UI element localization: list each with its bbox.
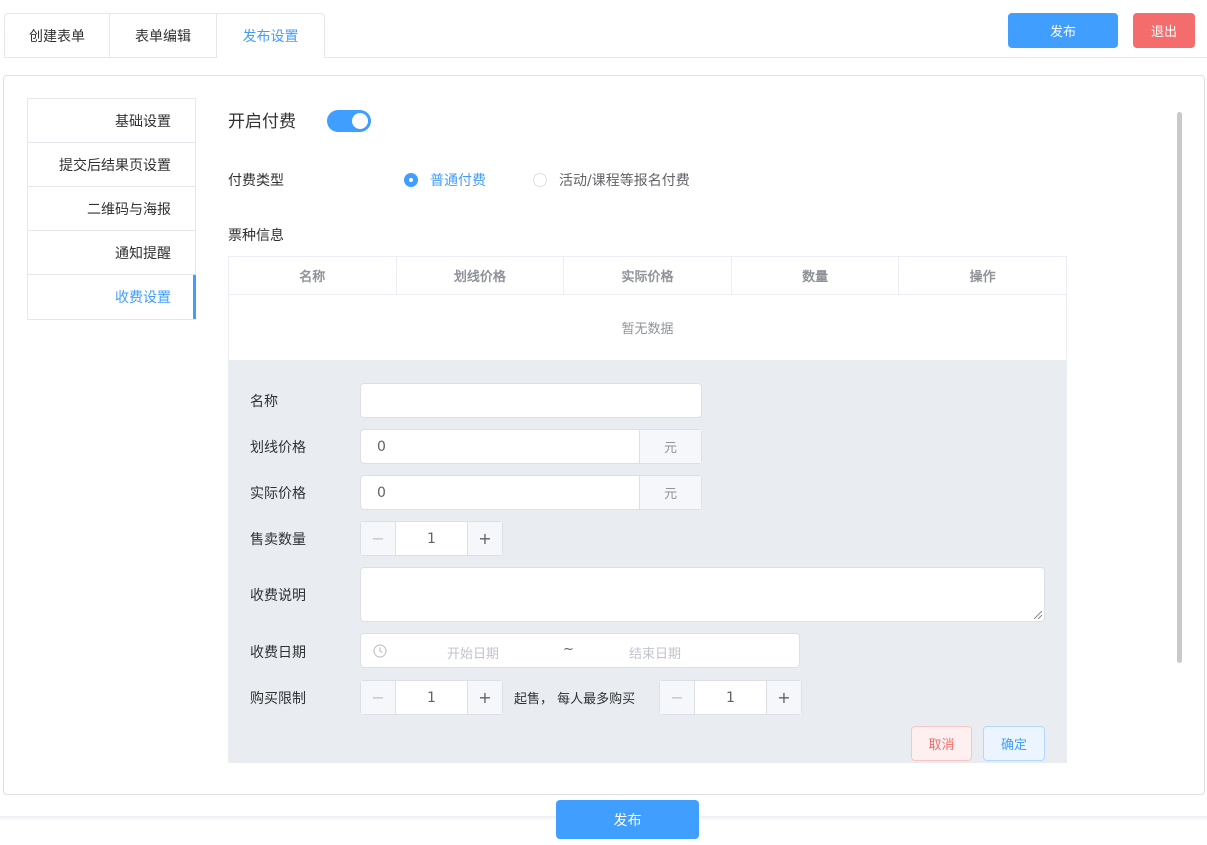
- ticket-form: 名称 划线价格 0 元 实际价格 0 元 售卖数量 − 1 + 收费说明 收费日…: [228, 360, 1067, 763]
- list-price-value: 0: [377, 438, 386, 455]
- name-label: 名称: [250, 394, 278, 410]
- actual-price-value: 0: [377, 484, 386, 501]
- name-input[interactable]: [360, 383, 702, 418]
- payment-toggle[interactable]: [327, 110, 371, 132]
- limit-text: 起售， 每人最多购买: [514, 692, 636, 707]
- purchase-limit-label: 购买限制: [250, 691, 306, 707]
- column-header: 实际价格: [564, 257, 732, 294]
- radio-dot-icon: [533, 173, 547, 187]
- exit-button[interactable]: 退出: [1133, 13, 1195, 48]
- publish-button-bottom[interactable]: 发布: [556, 800, 699, 839]
- plus-icon[interactable]: +: [766, 681, 801, 714]
- currency-suffix: 元: [639, 476, 701, 509]
- quantity-stepper[interactable]: − 1 +: [360, 521, 503, 556]
- tab-form-edit[interactable]: 表单编辑: [110, 13, 217, 58]
- quantity-value[interactable]: 1: [396, 522, 467, 555]
- table-header: 名称 划线价格 实际价格 数量 操作: [229, 257, 1066, 295]
- table-empty-text: 暂无数据: [621, 322, 674, 337]
- limit-max-value[interactable]: 1: [695, 681, 766, 714]
- date-separator: ~: [563, 642, 574, 657]
- publish-button-top[interactable]: 发布: [1008, 13, 1118, 48]
- payment-type-label: 付费类型: [228, 173, 284, 189]
- confirm-button[interactable]: 确定: [983, 726, 1045, 761]
- resize-grip-icon[interactable]: [1034, 611, 1042, 619]
- radio-dot-icon: [404, 173, 418, 187]
- sidebar-item-payment[interactable]: 收费设置: [28, 275, 196, 319]
- side-menu: 基础设置 提交后结果页设置 二维码与海报 通知提醒 收费设置: [27, 98, 196, 320]
- minus-icon[interactable]: −: [361, 522, 396, 555]
- description-textarea[interactable]: [360, 567, 1045, 622]
- ticket-info-label: 票种信息: [228, 228, 284, 244]
- column-header: 名称: [229, 257, 397, 294]
- date-label: 收费日期: [250, 645, 306, 661]
- tabs-divider: [325, 57, 1207, 58]
- sidebar-item-result-page[interactable]: 提交后结果页设置: [28, 143, 195, 187]
- radio-event-payment[interactable]: 活动/课程等报名付费: [533, 170, 690, 190]
- toggle-knob: [352, 113, 368, 129]
- actual-price-input[interactable]: 0 元: [360, 475, 702, 510]
- payment-title: 开启付费: [228, 112, 296, 132]
- actual-price-label: 实际价格: [250, 486, 306, 502]
- radio-normal-payment[interactable]: 普通付费: [404, 170, 486, 190]
- plus-icon[interactable]: +: [467, 522, 502, 555]
- limit-min-stepper[interactable]: − 1 +: [360, 680, 503, 715]
- column-header: 数量: [732, 257, 900, 294]
- end-date-placeholder[interactable]: 结束日期: [629, 643, 681, 662]
- date-range-picker[interactable]: 开始日期 ~ 结束日期: [360, 633, 800, 668]
- limit-min-value[interactable]: 1: [396, 681, 467, 714]
- plus-icon[interactable]: +: [467, 681, 502, 714]
- currency-suffix: 元: [639, 430, 701, 463]
- ticket-table: 名称 划线价格 实际价格 数量 操作 暂无数据: [228, 256, 1067, 361]
- start-date-placeholder[interactable]: 开始日期: [447, 643, 499, 662]
- tab-publish-settings[interactable]: 发布设置: [217, 13, 325, 58]
- description-label: 收费说明: [250, 588, 306, 604]
- column-header: 划线价格: [397, 257, 565, 294]
- limit-max-stepper[interactable]: − 1 +: [659, 680, 802, 715]
- minus-icon[interactable]: −: [660, 681, 695, 714]
- tab-create-form[interactable]: 创建表单: [4, 13, 110, 58]
- clock-icon: [373, 644, 387, 658]
- minus-icon[interactable]: −: [361, 681, 396, 714]
- sidebar-item-notification[interactable]: 通知提醒: [28, 231, 195, 275]
- radio-label: 普通付费: [430, 173, 486, 189]
- cancel-button[interactable]: 取消: [911, 726, 972, 761]
- sidebar-item-qrcode-poster[interactable]: 二维码与海报: [28, 187, 195, 231]
- column-header: 操作: [969, 270, 996, 285]
- radio-label: 活动/课程等报名付费: [559, 173, 690, 189]
- quantity-label: 售卖数量: [250, 532, 306, 548]
- scrollbar[interactable]: [1177, 112, 1182, 663]
- list-price-input[interactable]: 0 元: [360, 429, 702, 464]
- sidebar-item-basic[interactable]: 基础设置: [28, 99, 195, 143]
- top-tabs: 创建表单 表单编辑 发布设置: [4, 13, 325, 58]
- list-price-label: 划线价格: [250, 440, 306, 456]
